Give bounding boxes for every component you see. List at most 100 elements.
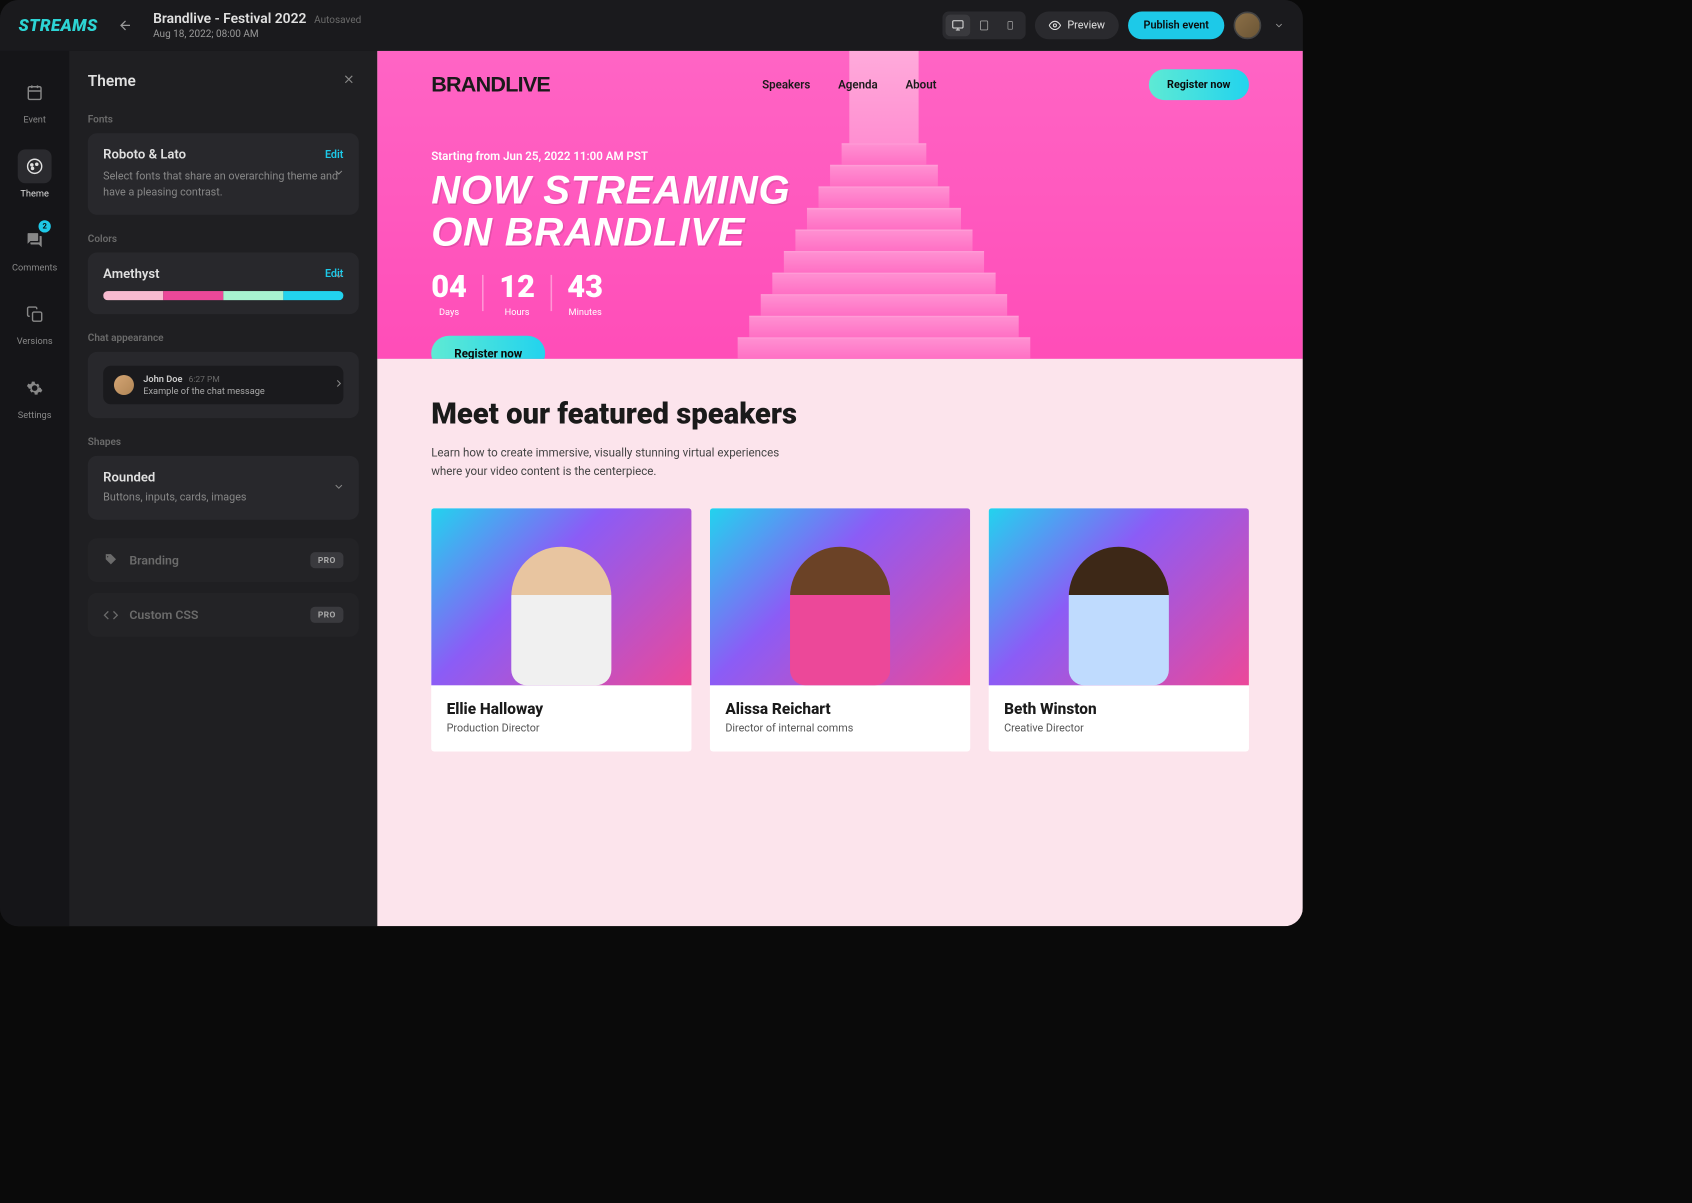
copy-icon: [26, 306, 43, 323]
speakers-section: Meet our featured speakers Learn how to …: [377, 359, 1303, 790]
calendar-icon: [26, 84, 43, 101]
fonts-edit-link[interactable]: Edit: [325, 149, 343, 161]
chat-time: 6:27 PM: [189, 374, 220, 384]
comments-icon: [26, 232, 43, 249]
chat-avatar: [114, 375, 134, 395]
speaker-name: Ellie Halloway: [447, 699, 676, 717]
panel-title: Theme: [88, 72, 136, 90]
count-mins: 43: [567, 269, 603, 305]
theme-panel: Theme Fonts Roboto & Lato Edit Select fo…: [69, 51, 377, 926]
count-hours-label: Hours: [499, 307, 535, 318]
fonts-section-label: Fonts: [88, 114, 359, 126]
nav-settings[interactable]: Settings: [0, 362, 69, 430]
hero-content: Starting from Jun 25, 2022 11:00 AM PST …: [377, 119, 1303, 359]
preview-label: Preview: [1067, 19, 1105, 31]
chevron-down-icon: [333, 480, 345, 495]
pro-badge: PRO: [310, 552, 343, 568]
nav-agenda[interactable]: Agenda: [838, 78, 878, 92]
chat-card[interactable]: John Doe 6:27 PM Example of the chat mes…: [88, 352, 359, 418]
device-desktop-button[interactable]: [946, 15, 971, 37]
speaker-name: Beth Winston: [1004, 699, 1233, 717]
sidebar-nav: Event Theme 2 Comments Versions Settings: [0, 51, 69, 926]
color-swatch: [223, 291, 283, 300]
speaker-card[interactable]: Alissa Reichart Director of internal com…: [710, 508, 970, 751]
speaker-role: Director of internal comms: [725, 722, 954, 734]
device-tablet-button[interactable]: [972, 15, 997, 37]
register-button-header[interactable]: Register now: [1149, 69, 1249, 100]
count-hours: 12: [499, 269, 535, 305]
chat-name: John Doe: [143, 373, 182, 384]
countdown: 04 Days 12 Hours 43 Minutes: [431, 269, 1249, 318]
gear-icon: [26, 380, 43, 397]
publish-button[interactable]: Publish event: [1128, 12, 1224, 40]
app-logo: STREAMS: [18, 16, 97, 35]
fonts-title: Roboto & Lato: [103, 147, 186, 162]
color-swatch: [163, 291, 223, 300]
speakers-sub-1: Learn how to create immersive, visually …: [431, 444, 816, 462]
hero-headline-1: NOW STREAMING: [431, 169, 1249, 211]
nav-comments-label: Comments: [12, 262, 57, 273]
speaker-image: [989, 508, 1249, 685]
tablet-icon: [979, 19, 990, 31]
speaker-role: Production Director: [447, 722, 676, 734]
site-header: BRANDLIVE Speakers Agenda About Register…: [377, 51, 1303, 119]
colors-title: Amethyst: [103, 266, 159, 281]
color-swatch: [103, 291, 163, 300]
speaker-card[interactable]: Beth Winston Creative Director: [989, 508, 1249, 751]
nav-settings-label: Settings: [18, 410, 52, 421]
device-mobile-button[interactable]: [998, 15, 1023, 37]
event-title: Brandlive - Festival 2022: [153, 11, 306, 27]
nav-about[interactable]: About: [905, 78, 936, 92]
fonts-desc: Select fonts that share an overarching t…: [103, 169, 343, 201]
speakers-heading: Meet our featured speakers: [431, 397, 1249, 431]
nav-versions[interactable]: Versions: [0, 288, 69, 356]
shapes-section-label: Shapes: [88, 437, 359, 449]
desktop-icon: [952, 19, 964, 31]
autosaved-label: Autosaved: [314, 15, 361, 27]
site-nav: Speakers Agenda About: [762, 78, 936, 92]
count-days: 04: [431, 269, 467, 305]
shapes-card[interactable]: Rounded Buttons, inputs, cards, images: [88, 456, 359, 520]
branding-item[interactable]: Branding PRO: [88, 538, 359, 582]
colors-section-label: Colors: [88, 233, 359, 245]
preview-frame: BRANDLIVE Speakers Agenda About Register…: [377, 51, 1303, 926]
speaker-name: Alissa Reichart: [725, 699, 954, 717]
palette-icon: [26, 158, 43, 175]
nav-theme[interactable]: Theme: [0, 140, 69, 208]
speaker-role: Creative Director: [1004, 722, 1233, 734]
count-mins-label: Minutes: [567, 307, 603, 318]
speaker-image: [710, 508, 970, 685]
speaker-card[interactable]: Ellie Halloway Production Director: [431, 508, 691, 751]
speakers-sub-2: where your video content is the centerpi…: [431, 462, 816, 480]
close-panel-button[interactable]: [339, 69, 359, 92]
close-icon: [342, 72, 356, 86]
event-date: Aug 18, 2022; 08:00 AM: [153, 28, 927, 40]
shapes-desc: Buttons, inputs, cards, images: [103, 490, 343, 506]
chevron-down-icon: [333, 166, 345, 181]
nav-event[interactable]: Event: [0, 66, 69, 134]
fonts-card[interactable]: Roboto & Lato Edit Select fonts that sha…: [88, 133, 359, 215]
preview-button[interactable]: Preview: [1035, 12, 1119, 40]
color-swatches: [103, 291, 343, 300]
site-logo: BRANDLIVE: [431, 72, 550, 97]
back-button[interactable]: [113, 13, 138, 38]
hero-section: BRANDLIVE Speakers Agenda About Register…: [377, 51, 1303, 359]
nav-comments[interactable]: 2 Comments: [0, 214, 69, 282]
register-button-hero[interactable]: Register now: [431, 336, 545, 359]
eye-icon: [1049, 19, 1061, 31]
speaker-grid: Ellie Halloway Production Director Aliss…: [431, 508, 1249, 751]
chat-message: Example of the chat message: [143, 386, 332, 397]
count-separator: [550, 275, 552, 311]
nav-versions-label: Versions: [17, 336, 53, 347]
colors-card[interactable]: Amethyst Edit: [88, 253, 359, 315]
chevron-down-icon[interactable]: [1274, 20, 1285, 31]
custom-css-item[interactable]: Custom CSS PRO: [88, 593, 359, 637]
chevron-down-icon: [333, 270, 345, 285]
nav-theme-label: Theme: [20, 188, 49, 199]
title-block: Brandlive - Festival 2022 Autosaved Aug …: [153, 11, 927, 40]
pro-badge: PRO: [310, 607, 343, 623]
nav-speakers[interactable]: Speakers: [762, 78, 810, 92]
code-icon: [103, 607, 118, 622]
user-avatar[interactable]: [1234, 12, 1262, 40]
css-label: Custom CSS: [129, 608, 198, 623]
